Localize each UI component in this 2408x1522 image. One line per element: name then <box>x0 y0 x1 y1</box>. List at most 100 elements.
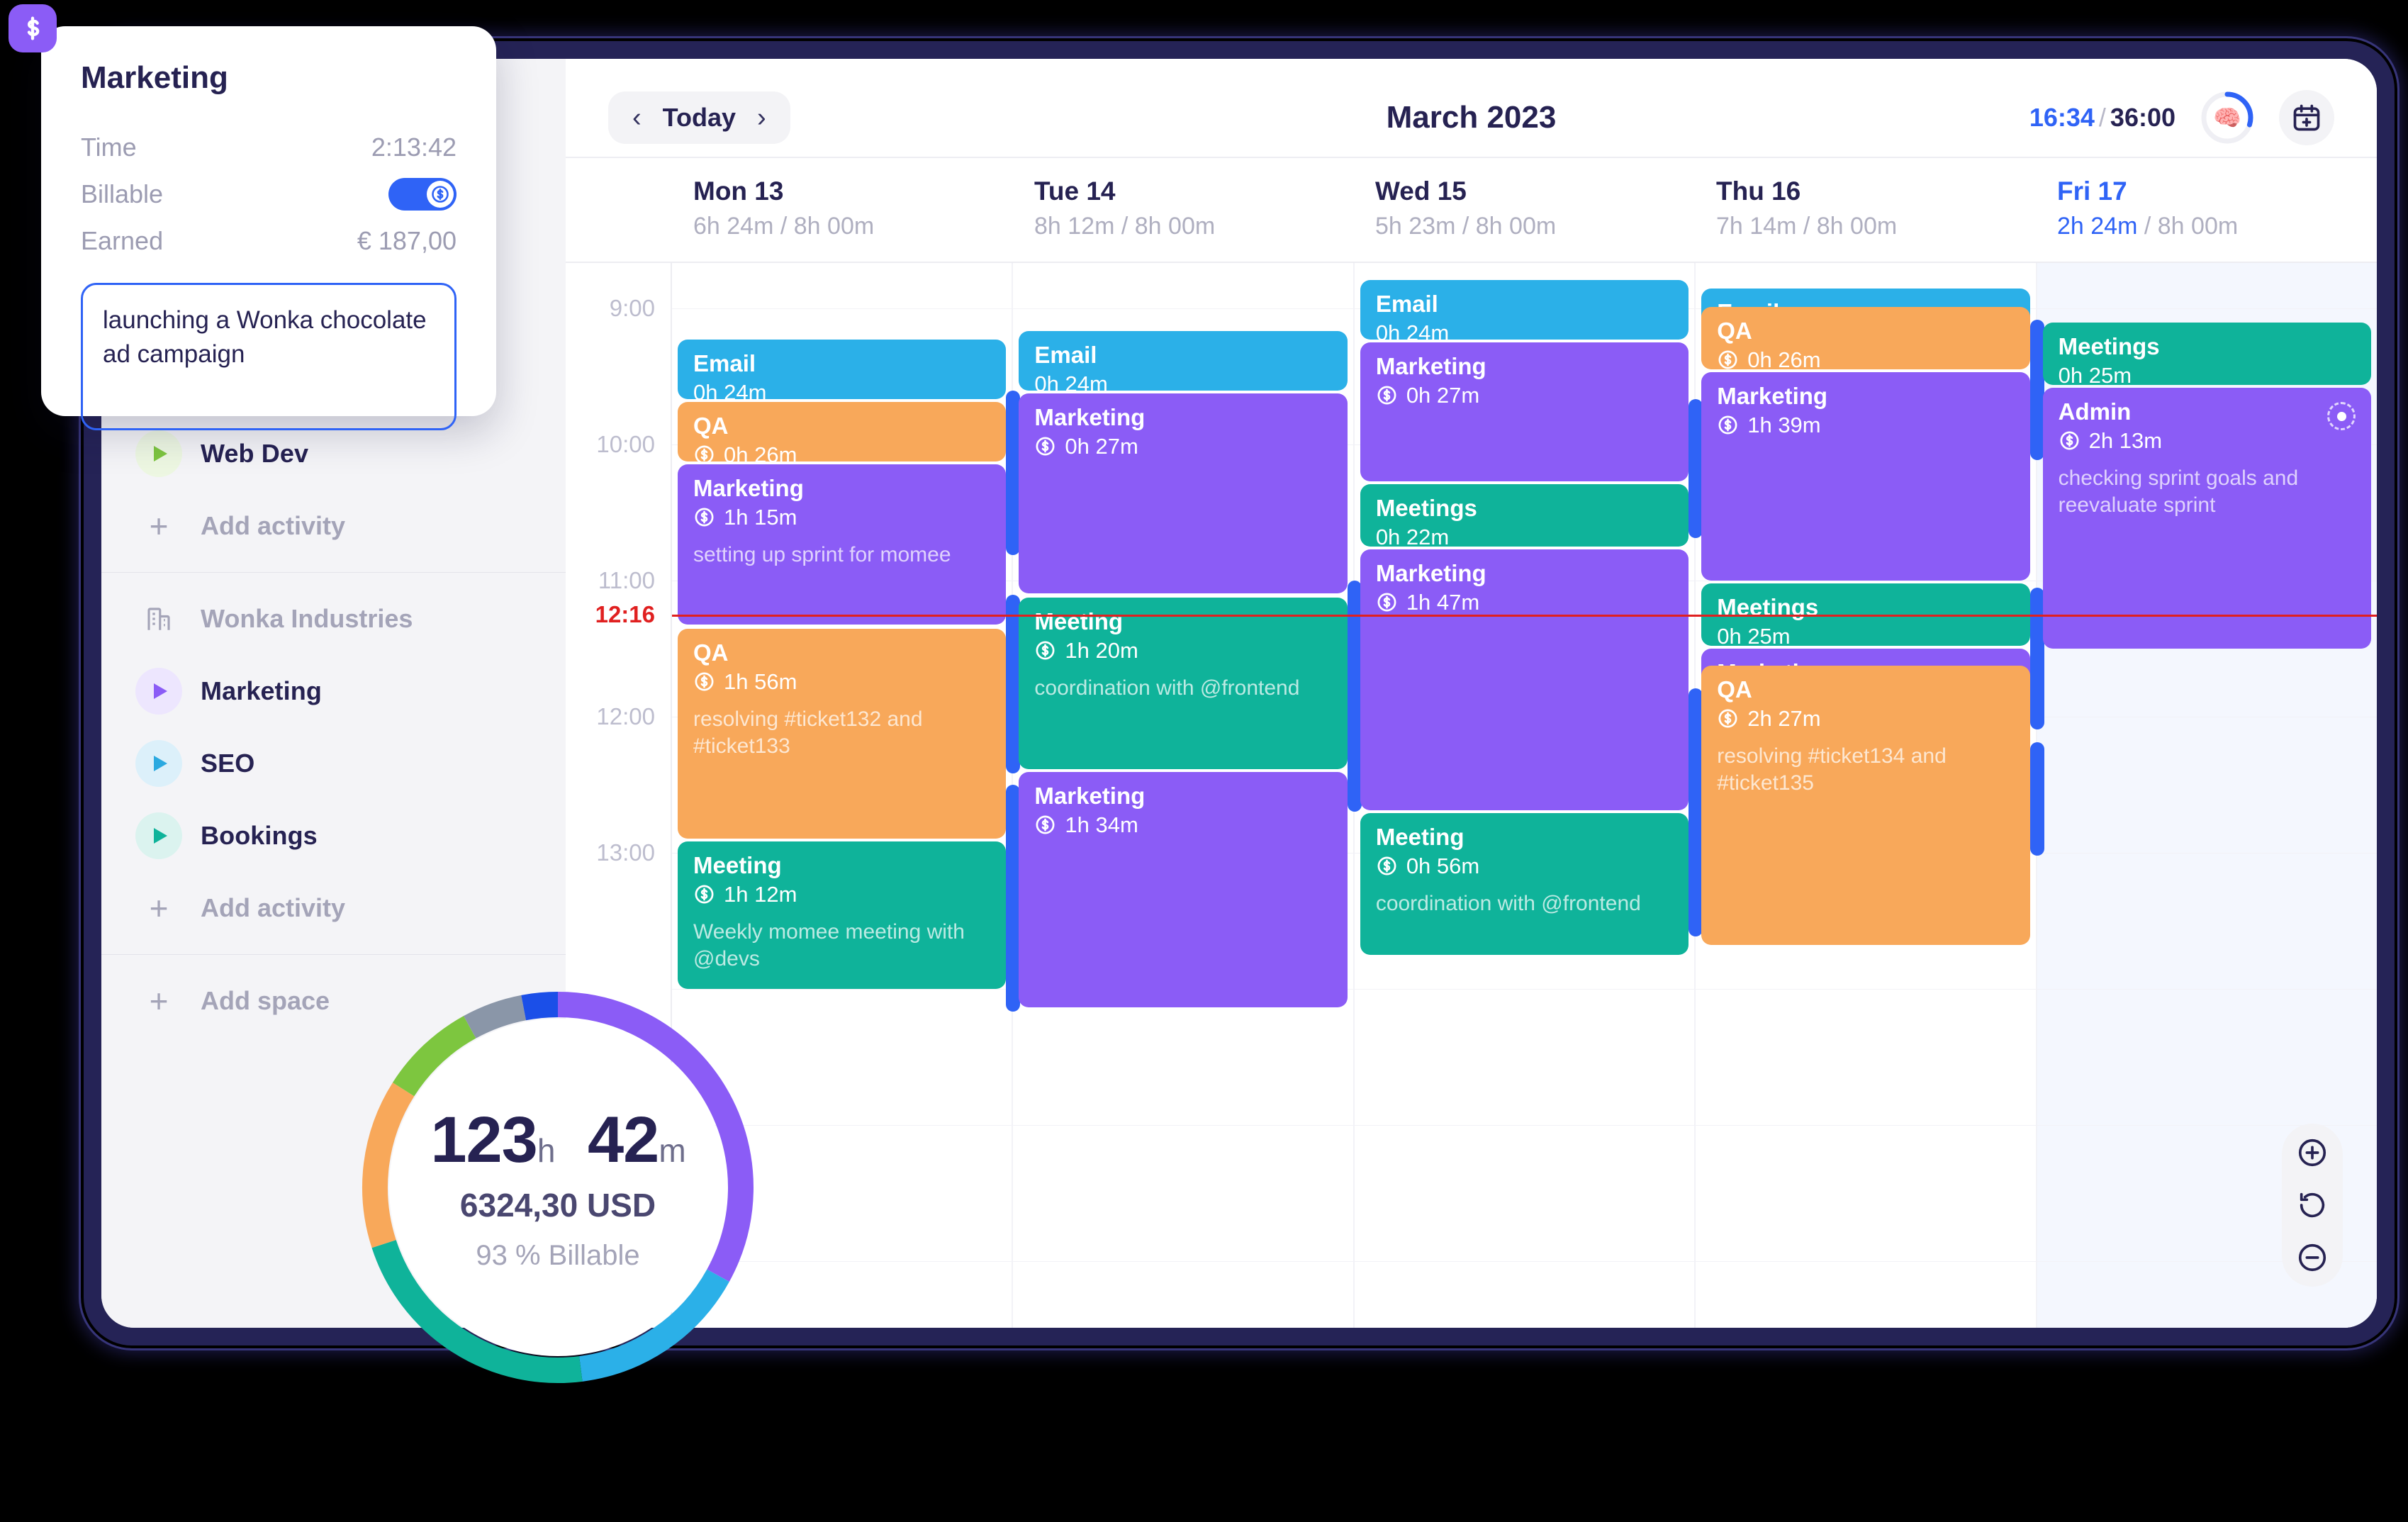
calendar-plus-icon[interactable] <box>2279 90 2334 145</box>
event-note: Weekly momee meeting with @devs <box>693 919 965 971</box>
calendar-event[interactable]: QA 2h 27m resolving #ticket134 and #ticket… <box>1701 666 2030 945</box>
billable-toggle[interactable] <box>388 178 457 211</box>
day-columns: Email 0h 24m QA 0h 26m Marketing 1h 15m settin… <box>672 263 2377 1328</box>
day-header-thu[interactable]: Thu 16 7h 14m / 8h 00m <box>1695 158 2036 262</box>
adjacent-event-strip[interactable] <box>1006 391 1021 555</box>
event-title: Marketing <box>1375 353 1486 379</box>
calendar-event[interactable]: Email 0h 24m <box>1019 331 1348 391</box>
day-header-tue[interactable]: Tue 14 8h 12m / 8h 00m <box>1013 158 1354 262</box>
event-note: resolving #ticket134 and #ticket135 <box>1717 744 1947 795</box>
event-duration: 0h 26m <box>1717 347 2014 369</box>
focus-ring-button[interactable]: 🧠 <box>2200 90 2255 145</box>
brain-icon: 🧠 <box>2213 105 2241 130</box>
dollar-coin-icon <box>1036 641 1055 660</box>
timer-time-value: 2:13:42 <box>371 133 457 162</box>
event-duration: 0h 25m <box>1717 623 1791 646</box>
reset-arrow-icon[interactable] <box>2296 1189 2329 1221</box>
time-label: 13:00 <box>596 839 655 866</box>
timer-note-input[interactable]: launching a Wonka chocolate ad campaign <box>81 283 457 430</box>
calendar-event[interactable]: QA 0h 26m <box>678 402 1007 461</box>
donut-earned: 6324,30 USD <box>459 1187 656 1224</box>
zoom-controls[interactable] <box>2282 1124 2343 1287</box>
add-activity-button[interactable]: + Add activity <box>101 872 566 944</box>
calendar-event[interactable]: Meetings 0h 22m <box>1360 484 1689 547</box>
day-header-row: Mon 13 6h 24m / 8h 00m Tue 14 8h 12m / 8h 0… <box>566 157 2377 263</box>
event-title: QA <box>693 413 729 439</box>
grid-line <box>2037 308 2377 309</box>
donut-minutes-unit: m <box>659 1132 685 1169</box>
calendar-event[interactable]: QA 1h 56m resolving #ticket132 and #ticket… <box>678 629 1007 839</box>
adjacent-event-strip[interactable] <box>2029 320 2044 460</box>
event-title: Marketing <box>1375 560 1486 586</box>
calendar-event[interactable]: Email 0h 24m <box>1360 280 1689 340</box>
adjacent-event-strip[interactable] <box>2029 588 2044 729</box>
building-icon <box>135 604 182 634</box>
event-title: Email <box>693 350 756 376</box>
day-header-fri[interactable]: Fri 17 2h 24m / 8h 00m <box>2036 158 2377 262</box>
donut-billable-pct: 93 % Billable <box>476 1240 640 1271</box>
calendar-event[interactable]: Marketing 1h 15m setting up sprint for mom… <box>678 464 1007 625</box>
event-title: QA <box>1717 318 1752 344</box>
dollar-coin-icon <box>1036 437 1055 456</box>
day-tracked: 7h 14m <box>1716 213 1797 240</box>
calendar-event[interactable]: Meeting 1h 20m coordination with @frontend <box>1019 598 1348 769</box>
grid-line <box>1354 1125 1695 1126</box>
day-target: 8h 00m <box>1816 213 1898 240</box>
sidebar-item-bookings[interactable]: Bookings <box>101 800 566 872</box>
event-duration: 1h 34m <box>1034 812 1331 838</box>
play-icon[interactable] <box>135 740 182 787</box>
day-tracked: 2h 24m <box>2057 213 2138 240</box>
calendar-event[interactable]: Email 0h 24m <box>678 340 1007 399</box>
plus-icon: + <box>149 508 169 544</box>
day-separator: / <box>2144 213 2151 240</box>
plus-circle-icon[interactable] <box>2296 1136 2329 1169</box>
sidebar-item-marketing[interactable]: Marketing <box>101 655 566 727</box>
calendar-event[interactable]: Marketing 1h 39m <box>1701 372 2030 581</box>
day-column-wed[interactable]: Email 0h 24m Marketing 0h 27m Meetings 0h 22m… <box>1347 263 1696 1328</box>
adjacent-event-strip[interactable] <box>1006 785 1021 1012</box>
event-title: Admin <box>2058 398 2132 425</box>
play-icon[interactable] <box>135 668 182 715</box>
grid-line <box>1013 308 1353 309</box>
day-column-thu[interactable]: EmailQA0h 26mMarketing1h 39mMeetings0h 2… <box>1689 263 2037 1328</box>
calendar-event[interactable]: Marketing 1h 34m <box>1019 772 1348 1007</box>
grid-line <box>1354 989 1695 990</box>
grid-line <box>1354 1261 1695 1262</box>
toolbar-right-group: 16:34/36:00 🧠 <box>2029 90 2334 145</box>
event-title: Meeting <box>1034 608 1124 634</box>
calendar-event[interactable]: Meetings 0h 25m <box>2042 323 2372 385</box>
calendar-event[interactable]: Meeting 0h 56m coordination with @frontend <box>1360 813 1689 955</box>
chevron-left-icon[interactable]: ‹ <box>632 104 642 131</box>
timer-earned-label: Earned <box>81 226 164 255</box>
calendar-event[interactable]: Marketing 0h 27m <box>1019 393 1348 593</box>
day-header-wed[interactable]: Wed 15 5h 23m / 8h 00m <box>1354 158 1695 262</box>
sidebar-item-seo[interactable]: SEO <box>101 727 566 800</box>
day-target: 8h 00m <box>1475 213 1557 240</box>
play-icon[interactable] <box>135 430 182 477</box>
adjacent-event-strip[interactable] <box>1689 399 1703 538</box>
calendar-event[interactable]: QA 0h 26m <box>1701 307 2030 369</box>
date-nav-group[interactable]: ‹ Today › <box>608 91 790 144</box>
grid-line <box>2037 853 2377 854</box>
calendar-event[interactable]: Admin 2h 13m checking sprint goals and ree… <box>2042 388 2372 649</box>
sidebar-space-header[interactable]: Wonka Industries <box>101 583 566 655</box>
calendar-event[interactable]: Marketing 1h 47m <box>1360 549 1689 810</box>
calendar-event[interactable]: Marketing 0h 27m <box>1360 342 1689 481</box>
calendar-event[interactable]: Meeting 1h 12m Weekly momee meeting with @… <box>678 841 1007 989</box>
sidebar-divider <box>101 954 566 955</box>
day-column-tue[interactable]: Email 0h 24m Marketing 0h 27m Meeting 1h 20m c… <box>1006 263 1355 1328</box>
recording-indicator-icon[interactable] <box>2327 402 2356 430</box>
today-button[interactable]: Today <box>663 103 736 133</box>
day-tracked: 5h 23m <box>1375 213 1456 240</box>
play-icon[interactable] <box>135 812 182 859</box>
adjacent-event-strip[interactable] <box>1006 595 1021 773</box>
calendar-panel: ‹ Today › March 2023 16:34/36:00 🧠 Mon 1… <box>566 59 2377 1328</box>
minus-circle-icon[interactable] <box>2296 1241 2329 1274</box>
event-title: Marketing <box>693 475 804 501</box>
chevron-right-icon[interactable]: › <box>757 104 766 131</box>
dollar-coin-icon <box>1377 386 1396 405</box>
day-header-mon[interactable]: Mon 13 6h 24m / 8h 00m <box>672 158 1013 262</box>
add-activity-button[interactable]: + Add activity <box>101 490 566 562</box>
adjacent-event-strip[interactable] <box>1689 688 1703 936</box>
adjacent-event-strip[interactable] <box>2029 742 2044 856</box>
